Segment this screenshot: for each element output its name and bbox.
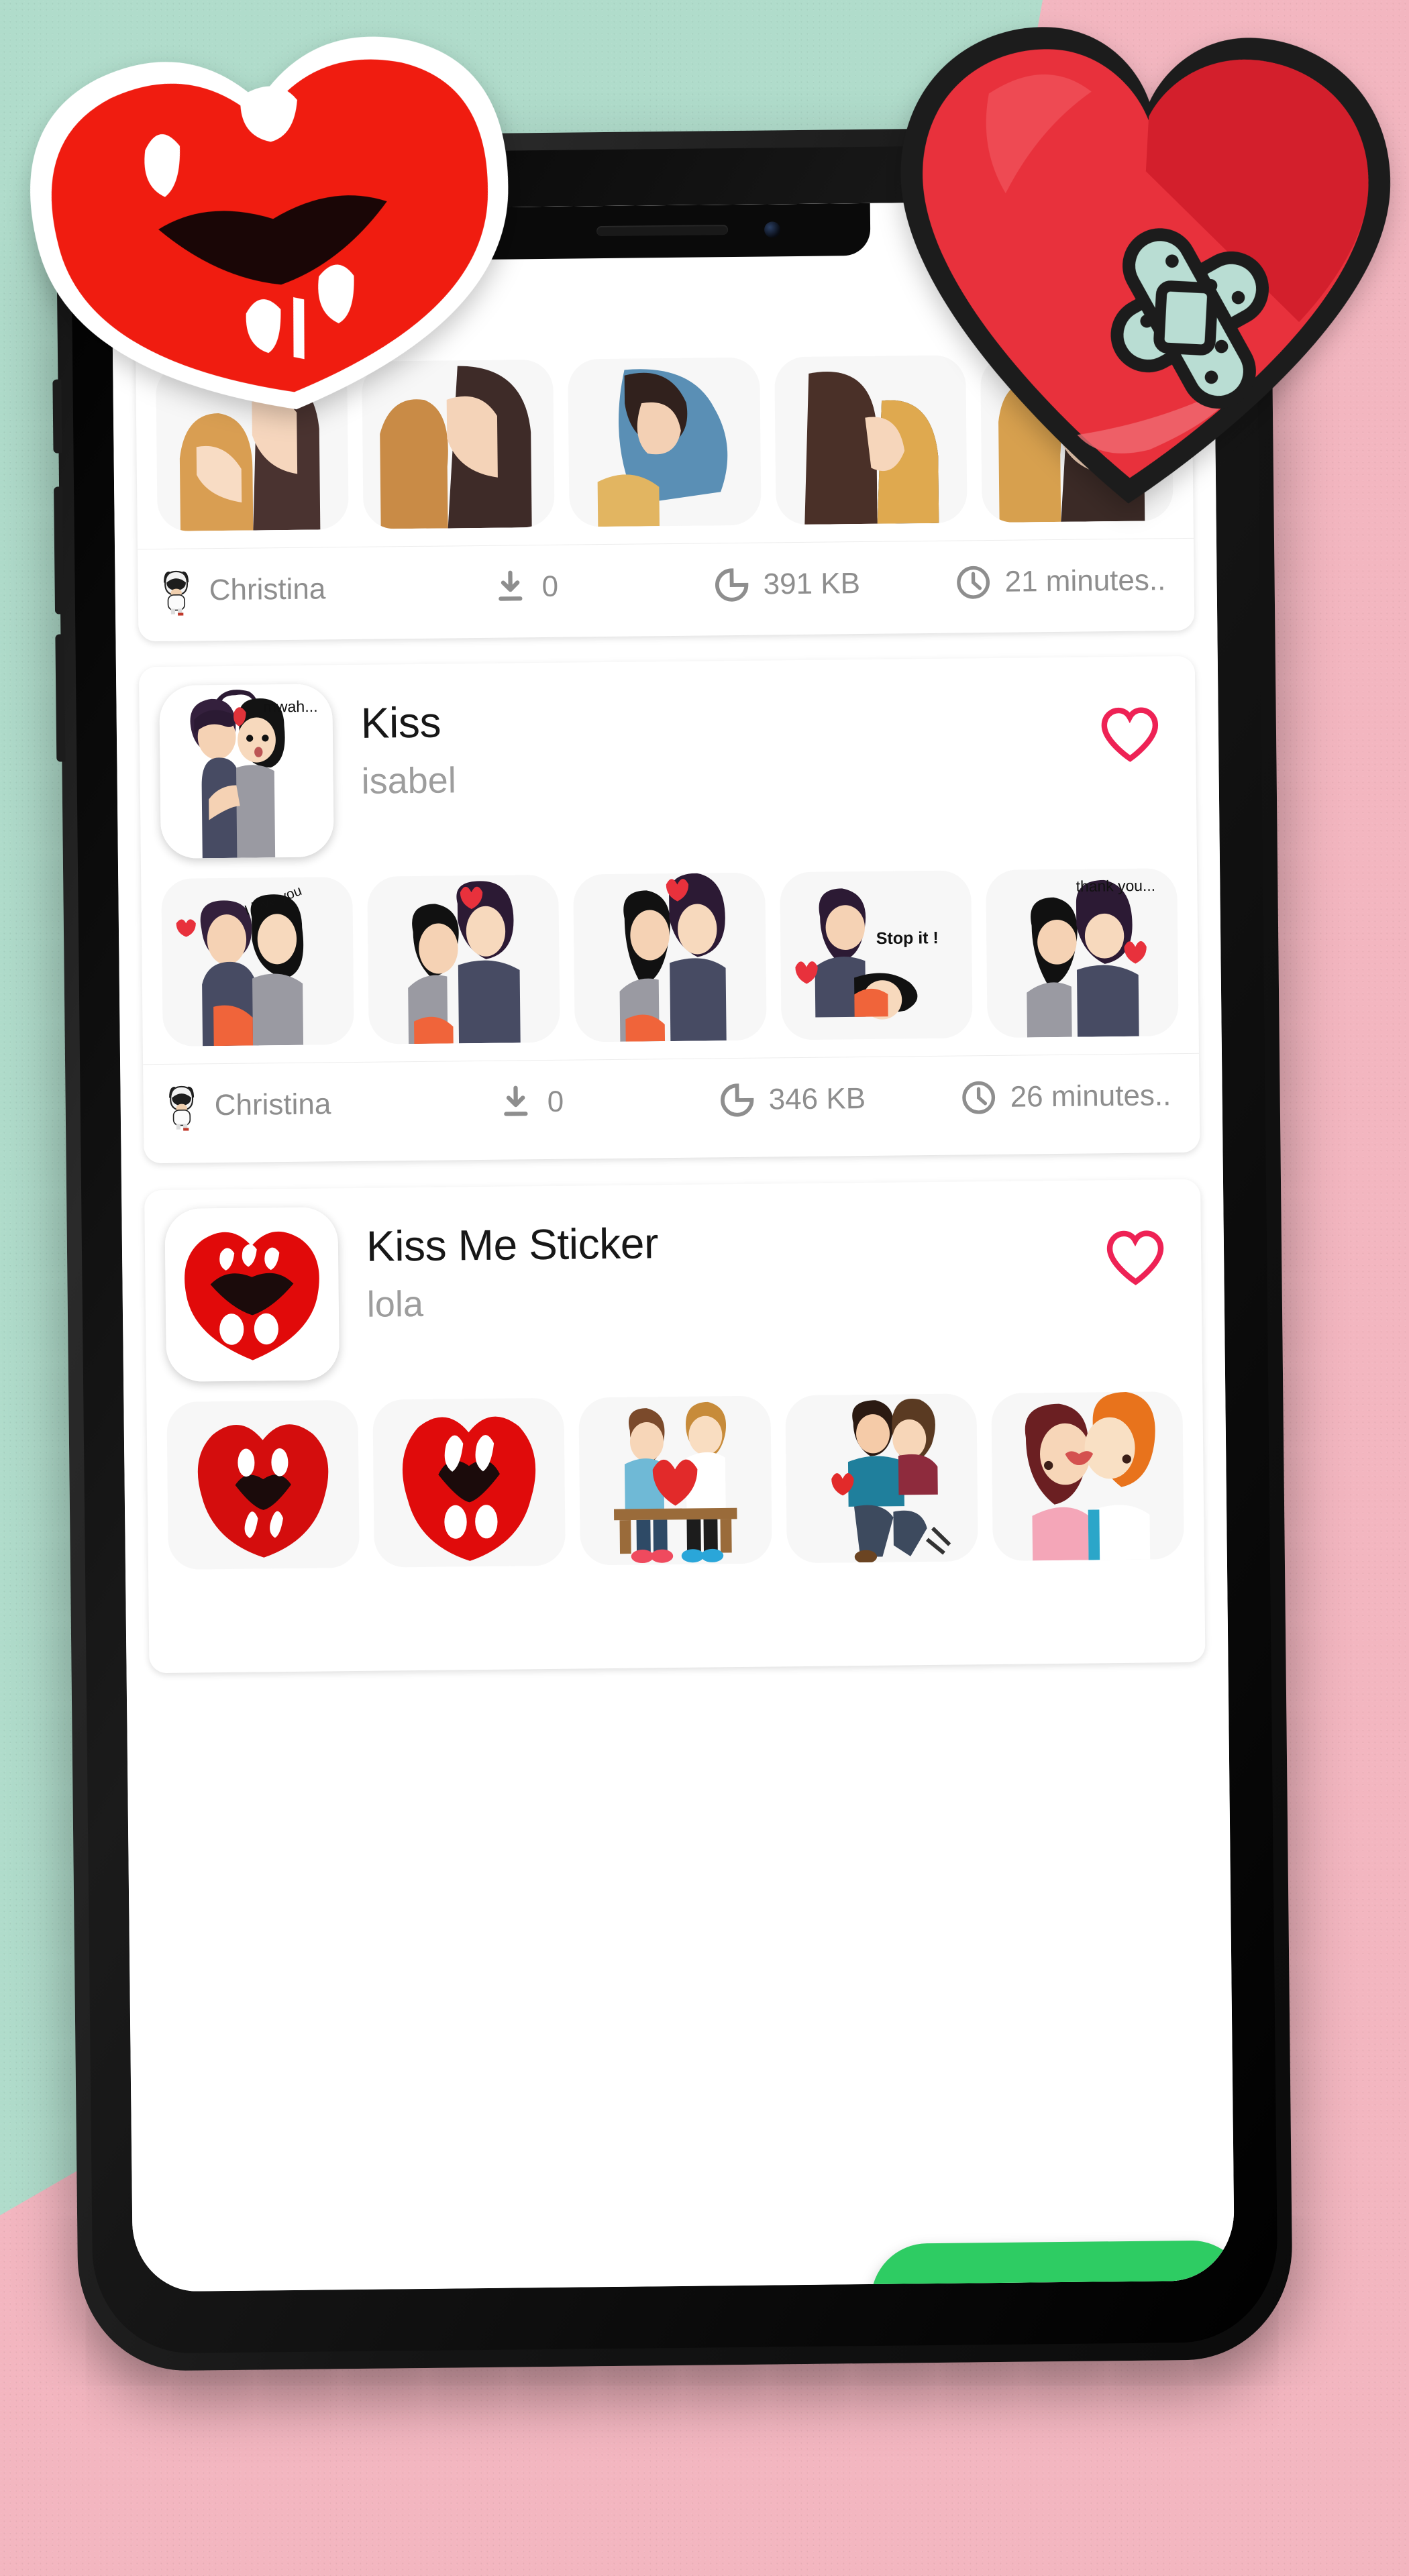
- avatar-icon: [156, 567, 196, 616]
- phone-button-volume-down: [55, 634, 66, 762]
- sticker-thumb[interactable]: [568, 357, 762, 527]
- couple-carry-icon: [796, 1393, 967, 1564]
- meta-size-label: 391 KB: [763, 567, 861, 601]
- svg-text:mwah...: mwah...: [263, 698, 318, 716]
- sticker-thumb[interactable]: [573, 872, 767, 1042]
- sticker-thumb[interactable]: [372, 1397, 566, 1568]
- meta-time-label: 21 minutes..: [1004, 564, 1166, 598]
- cartoon-i-love-you-icon: I love you: [172, 877, 343, 1046]
- lips-sticker-overlay: [0, 0, 558, 455]
- meta-time: 26 minutes..: [959, 1076, 1182, 1117]
- phone-button-volume-up: [54, 486, 64, 614]
- pack-sticker-strip: [146, 1371, 1204, 1587]
- couple-bench-heart-icon: [590, 1395, 760, 1566]
- favorite-button[interactable]: [1103, 1228, 1168, 1291]
- avatar-icon: [162, 1082, 201, 1131]
- clock-icon: [962, 1081, 996, 1114]
- red-lips-2-icon: [384, 1397, 554, 1568]
- sticker-thumb[interactable]: [166, 1399, 360, 1570]
- pack-author: lola: [366, 1283, 424, 1325]
- pie-chart-icon: [715, 568, 749, 602]
- pack-title: Kiss: [360, 698, 441, 746]
- meta-size: 391 KB: [712, 564, 954, 605]
- meta-uploader-label: Christina: [214, 1087, 331, 1122]
- pack-author: isabel: [361, 759, 457, 802]
- sticker-thumb[interactable]: thank you...: [985, 868, 1179, 1038]
- sticker-thumb[interactable]: Stop it !: [779, 870, 973, 1040]
- cartoon-embrace-icon: [585, 872, 755, 1042]
- sticker-thumb[interactable]: [578, 1395, 772, 1566]
- meta-uploader: Christina: [155, 563, 491, 616]
- meta-downloads: 0: [490, 566, 713, 606]
- favorite-button[interactable]: [1098, 704, 1163, 767]
- meta-downloads-label: 0: [541, 570, 559, 604]
- meta-downloads: 0: [496, 1081, 718, 1122]
- cartoon-stop-it-icon: Stop it !: [791, 870, 961, 1040]
- heart-icon: [1106, 1230, 1164, 1285]
- download-icon: [504, 1085, 528, 1116]
- pack-text: Kiss Me Sticker lola: [366, 1199, 1104, 1325]
- sticker-thumb[interactable]: [784, 1393, 978, 1564]
- pack-thumbnail[interactable]: [164, 1207, 340, 1382]
- sticker-thumb[interactable]: [367, 874, 561, 1044]
- pie-chart-icon: [721, 1083, 754, 1117]
- pack-meta-row: Christina 0: [138, 537, 1195, 633]
- bandaged-heart-sticker-overlay: [849, 0, 1409, 551]
- bandaged-heart-icon: [900, 27, 1391, 504]
- stickers-studio-label: STICKERS STUDIO: [882, 2275, 1235, 2292]
- couple-kiss-faces-icon: [1002, 1391, 1173, 1561]
- cartoon-thank-you-icon: thank you...: [997, 868, 1167, 1038]
- pack-thumbnail[interactable]: mwah...: [159, 684, 334, 859]
- cartoon-hug-icon: [378, 874, 549, 1044]
- pack-header: Kiss Me Sticker lola: [144, 1179, 1202, 1382]
- svg-text:thank you...: thank you...: [1076, 877, 1155, 895]
- stickers-studio-button[interactable]: STICKERS STUDIO: [870, 2240, 1235, 2292]
- heart-icon: [1101, 707, 1159, 762]
- sticker-pack-card[interactable]: Kiss Me Sticker lola: [144, 1179, 1206, 1674]
- sticker-thumb[interactable]: I love you: [161, 876, 354, 1046]
- pack-sticker-strip: I love you Stop it ! thank you...: [141, 848, 1199, 1064]
- front-camera: [764, 221, 781, 238]
- sticker-thumb[interactable]: [991, 1391, 1184, 1562]
- meta-uploader-label: Christina: [209, 572, 326, 607]
- pack-meta-row: Christina 0: [143, 1053, 1200, 1148]
- cartoon-couple-mwah-icon: mwah...: [159, 684, 334, 859]
- clock-icon: [957, 566, 990, 599]
- pack-title: Kiss Me Sticker: [366, 1219, 659, 1269]
- earpiece-speaker: [596, 225, 729, 237]
- pack-header: mwah... Kiss isabel: [139, 656, 1197, 859]
- red-lips-1-icon: [178, 1400, 348, 1570]
- sticker-pack-card[interactable]: mwah... Kiss isabel I love you Stop it !…: [138, 655, 1200, 1164]
- meta-time-label: 26 minutes..: [1010, 1079, 1171, 1114]
- meta-size-label: 346 KB: [768, 1082, 866, 1116]
- download-icon: [499, 570, 523, 601]
- red-lips-icon: [164, 1207, 340, 1382]
- meta-size: 346 KB: [717, 1079, 959, 1120]
- anime-kiss-3-icon: [580, 357, 749, 527]
- svg-text:Stop it !: Stop it !: [876, 928, 938, 948]
- meta-time: 21 minutes..: [953, 561, 1177, 602]
- lips-sticker-icon: [30, 36, 509, 410]
- meta-uploader: Christina: [160, 1078, 497, 1131]
- meta-downloads-label: 0: [547, 1085, 564, 1118]
- pack-text: Kiss isabel: [360, 676, 1098, 802]
